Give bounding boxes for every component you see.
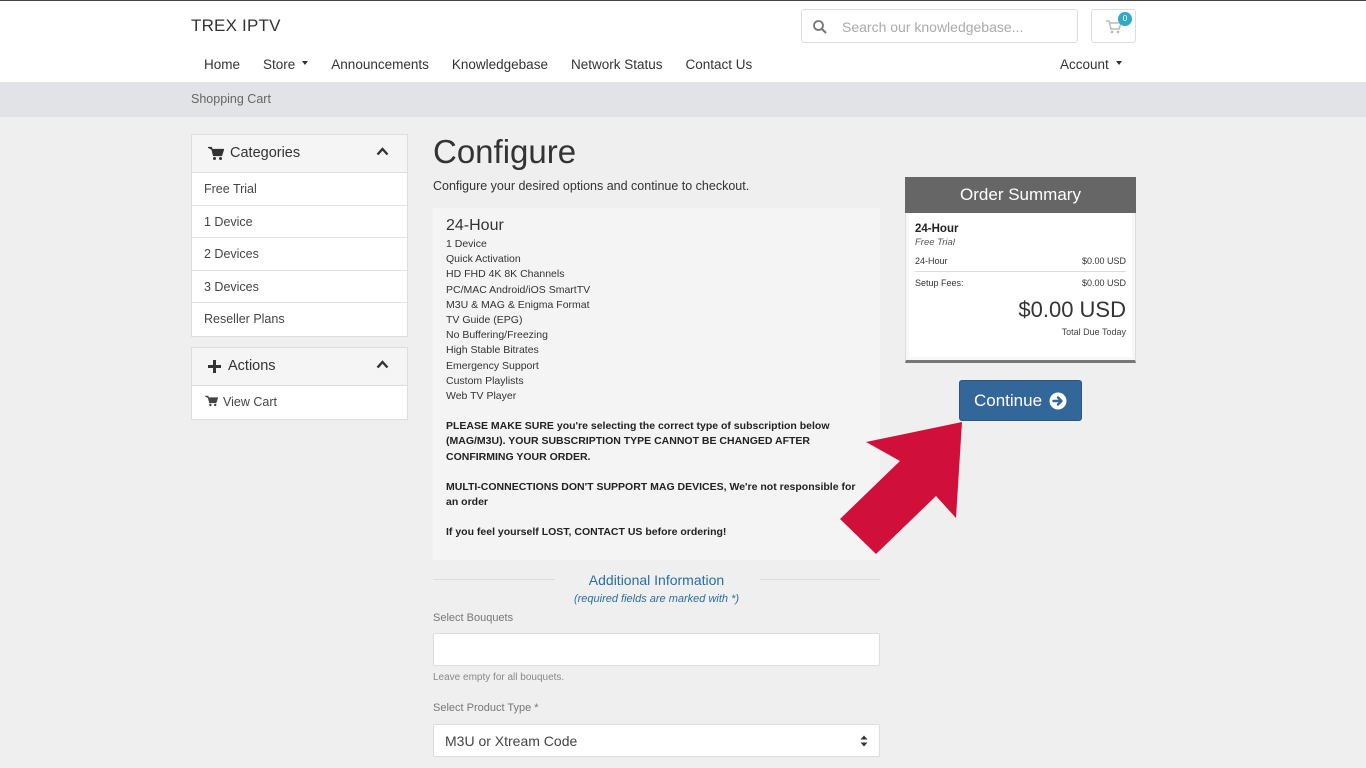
breadcrumb-bar: Shopping Cart bbox=[0, 82, 1366, 117]
view-cart-label: View Cart bbox=[223, 395, 277, 409]
line-item-label: 24-Hour bbox=[915, 256, 948, 266]
category-free-trial[interactable]: Free Trial bbox=[192, 173, 407, 206]
feature-item: M3U & MAG & Enigma Format bbox=[446, 298, 590, 311]
continue-button[interactable]: Continue bbox=[959, 380, 1082, 421]
category-1-device[interactable]: 1 Device bbox=[192, 206, 407, 238]
nav-contact-us[interactable]: Contact Us bbox=[673, 57, 763, 77]
product-type-select[interactable]: M3U or Xtream Code bbox=[433, 724, 880, 757]
setup-fees-label: Setup Fees: bbox=[915, 278, 964, 288]
category-reseller-plans[interactable]: Reseller Plans bbox=[192, 303, 407, 336]
feature-item: TV Guide (EPG) bbox=[446, 314, 523, 327]
product-name: 24-Hour bbox=[446, 217, 504, 234]
summary-product-name: 24-Hour bbox=[915, 223, 959, 235]
divider bbox=[433, 579, 555, 580]
bouquets-label: Select Bouquets bbox=[433, 612, 514, 624]
page-subtitle: Configure your desired options and conti… bbox=[433, 179, 750, 193]
line-item-value: $0.00 USD bbox=[1081, 256, 1126, 266]
setup-fees-value: $0.00 USD bbox=[1081, 278, 1126, 288]
actions-header[interactable]: Actions bbox=[192, 348, 407, 386]
order-summary-title: Order Summary bbox=[905, 177, 1136, 213]
view-cart-link[interactable]: View Cart bbox=[192, 386, 407, 419]
search-icon bbox=[813, 20, 827, 34]
nav-store[interactable]: Store bbox=[250, 57, 318, 77]
summary-setup-fees: Setup Fees: $0.00 USD bbox=[915, 278, 1126, 293]
select-arrows-icon bbox=[860, 735, 868, 747]
actions-title: Actions bbox=[228, 358, 276, 374]
additional-information-section: Additional Information (required fields … bbox=[433, 572, 880, 605]
summary-line-item: 24-Hour $0.00 USD bbox=[915, 256, 1126, 272]
cart-count-badge: 0 bbox=[1118, 12, 1132, 26]
feature-item: No Buffering/Freezing bbox=[446, 329, 548, 342]
annotation-arrow-icon bbox=[840, 422, 962, 554]
categories-header[interactable]: Categories bbox=[192, 135, 407, 173]
arrow-circle-right-icon bbox=[1049, 392, 1067, 410]
nav-account-label: Account bbox=[1060, 57, 1109, 72]
chevron-up-icon[interactable] bbox=[376, 147, 389, 156]
feature-item: Web TV Player bbox=[446, 390, 517, 403]
feature-item: Custom Playlists bbox=[446, 374, 524, 387]
nav-account[interactable]: Account bbox=[1060, 57, 1122, 72]
bouquets-hint: Leave empty for all bouquets. bbox=[433, 672, 565, 683]
main-nav: Home Store Announcements Knowledgebase N… bbox=[191, 57, 762, 77]
additional-information-title: Additional Information bbox=[588, 572, 725, 588]
warning-subscription-type: PLEASE MAKE SURE you're selecting the co… bbox=[446, 420, 830, 463]
search-input[interactable] bbox=[842, 16, 1067, 38]
feature-item: PC/MAC Android/iOS SmartTV bbox=[446, 283, 591, 296]
required-fields-note: (required fields are marked with *) bbox=[573, 593, 740, 605]
feature-item: 1 Device bbox=[446, 238, 487, 250]
cart-icon bbox=[208, 146, 225, 160]
search-box[interactable] bbox=[801, 9, 1078, 43]
divider bbox=[760, 579, 880, 580]
order-summary: Order Summary 24-Hour Free Trial 24-Hour… bbox=[905, 177, 1136, 363]
bouquets-input[interactable] bbox=[433, 633, 880, 666]
summary-total-label: Total Due Today bbox=[1061, 327, 1126, 337]
categories-title: Categories bbox=[230, 145, 301, 161]
feature-item: Emergency Support bbox=[446, 359, 539, 372]
plus-icon bbox=[208, 360, 221, 373]
category-2-devices[interactable]: 2 Devices bbox=[192, 238, 407, 271]
product-type-label: Select Product Type * bbox=[433, 702, 539, 714]
chevron-down-icon bbox=[302, 61, 309, 66]
nav-home[interactable]: Home bbox=[191, 57, 250, 77]
chevron-up-icon[interactable] bbox=[376, 360, 389, 369]
order-summary-body: 24-Hour Free Trial 24-Hour $0.00 USD Set… bbox=[909, 213, 1132, 357]
continue-label: Continue bbox=[974, 391, 1043, 410]
product-info-box: 24-Hour 1 Device Quick Activation HD FHD… bbox=[433, 208, 880, 560]
nav-knowledgebase[interactable]: Knowledgebase bbox=[439, 57, 558, 77]
summary-product-group: Free Trial bbox=[915, 237, 955, 248]
cart-icon bbox=[205, 395, 219, 407]
warning-multi-connections: MULTI-CONNECTIONS DON'T SUPPORT MAG DEVI… bbox=[446, 480, 856, 509]
page-title: Configure bbox=[433, 133, 577, 170]
nav-network-status[interactable]: Network Status bbox=[558, 57, 673, 77]
feature-item: Quick Activation bbox=[446, 253, 521, 266]
brand-logo[interactable]: TREX IPTV bbox=[191, 16, 281, 36]
categories-panel: Categories Free Trial 1 Device 2 Devices… bbox=[191, 134, 408, 337]
product-type-value: M3U or Xtream Code bbox=[445, 733, 578, 749]
nav-announcements[interactable]: Announcements bbox=[318, 57, 439, 77]
nav-store-label: Store bbox=[263, 57, 296, 72]
cart-button[interactable]: 0 bbox=[1091, 9, 1136, 43]
chevron-down-icon bbox=[1115, 61, 1122, 66]
category-3-devices[interactable]: 3 Devices bbox=[192, 271, 407, 303]
summary-total: $0.00 USD bbox=[1018, 297, 1126, 322]
feature-item: High Stable Bitrates bbox=[446, 344, 539, 357]
warning-contact-us: If you feel yourself LOST, CONTACT US be… bbox=[446, 526, 727, 539]
actions-panel: Actions View Cart bbox=[191, 347, 408, 420]
site-header: TREX IPTV 0 Home Store Announcements Kno… bbox=[0, 1, 1366, 82]
feature-item: HD FHD 4K 8K Channels bbox=[446, 268, 565, 281]
breadcrumb[interactable]: Shopping Cart bbox=[191, 92, 271, 106]
